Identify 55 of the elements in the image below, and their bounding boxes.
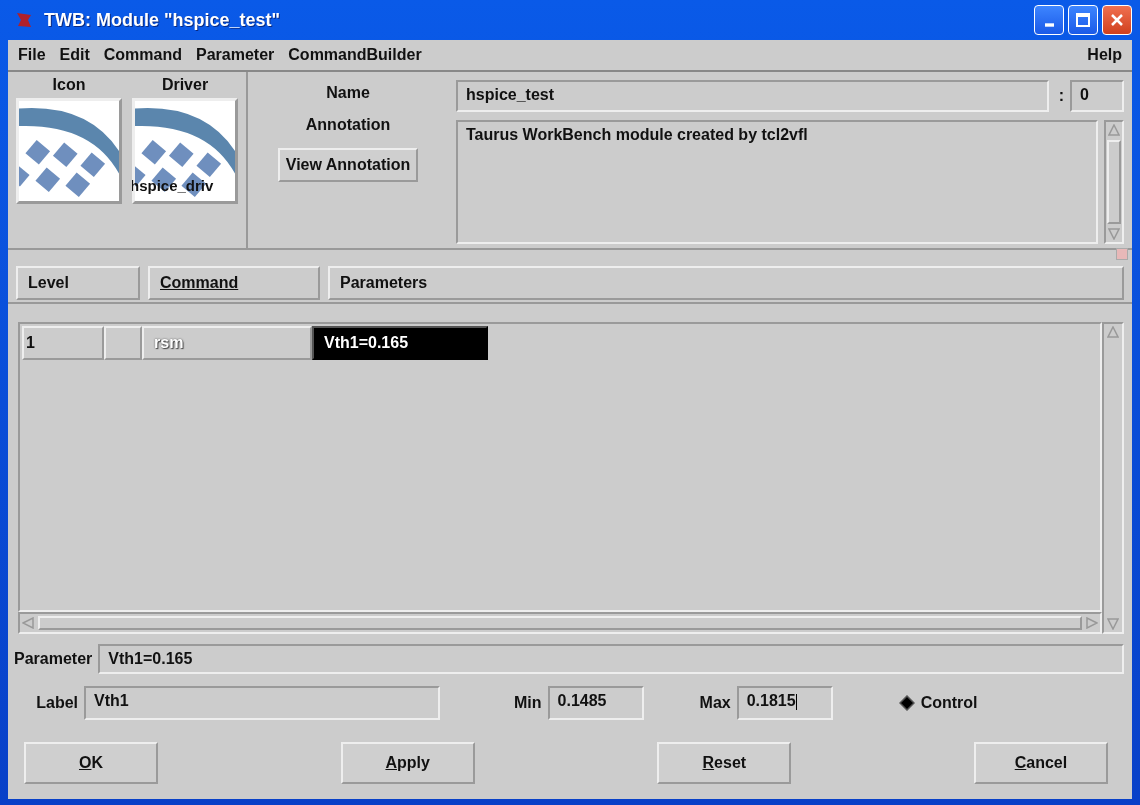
app-icon	[14, 10, 34, 30]
table-cell: 1	[22, 326, 104, 360]
name-label: Name	[326, 84, 370, 102]
min-field[interactable]: 0.1485	[547, 686, 644, 720]
control-radio[interactable]: Control	[898, 694, 978, 712]
minimize-button[interactable]	[1034, 5, 1064, 35]
column-header[interactable]: Parameters	[328, 266, 1124, 300]
max-field[interactable]: 0.1815	[736, 686, 833, 720]
table-cell: rsm	[142, 326, 312, 360]
menu-item[interactable]: Command	[103, 46, 182, 64]
close-button[interactable]	[1102, 5, 1132, 35]
close-icon	[1109, 12, 1125, 28]
menu-item[interactable]: Parameter	[196, 46, 275, 64]
min-label: Min	[514, 694, 542, 712]
dialog-button[interactable]: Reset	[657, 742, 792, 784]
scroll-right-arrow-icon[interactable]	[1086, 617, 1098, 629]
version-field[interactable]: 0	[1070, 80, 1124, 112]
separator-text: :	[1058, 87, 1064, 105]
maximize-icon	[1075, 12, 1091, 28]
annotation-field[interactable]: Taurus WorkBench module created by tcl2vfl	[456, 120, 1098, 244]
radio-diamond-icon[interactable]	[898, 695, 915, 711]
maximize-button[interactable]	[1068, 5, 1098, 35]
dialog-button[interactable]: Cancel	[973, 742, 1108, 784]
scroll-down-arrow-icon[interactable]	[1108, 228, 1120, 240]
dialog-button[interactable]: Apply	[340, 742, 475, 784]
menu-item[interactable]: Edit	[59, 46, 90, 64]
table-cell[interactable]: Vth1=0.165	[312, 326, 488, 360]
resize-handle[interactable]	[1116, 248, 1128, 260]
annotation-label: Annotation	[305, 116, 391, 134]
vertical-scrollbar[interactable]	[1102, 322, 1124, 634]
menu-item[interactable]: CommandBuilder	[288, 46, 422, 64]
grid-logo-icon[interactable]	[132, 98, 238, 204]
dialog-button[interactable]: OK	[24, 742, 158, 784]
view-annotation-button[interactable]: View Annotation	[277, 148, 419, 182]
scroll-down-arrow-icon[interactable]	[1107, 618, 1119, 630]
menu-item[interactable]: File	[18, 46, 46, 64]
scroll-up-arrow-icon[interactable]	[1107, 326, 1119, 338]
horizontal-scrollbar[interactable]	[18, 612, 1102, 634]
column-header[interactable]: Command	[148, 266, 320, 300]
parameter-label: Parameter	[14, 650, 93, 668]
scroll-up-arrow-icon[interactable]	[1108, 124, 1120, 136]
window-title: TWB: Module "hspice_test"	[44, 9, 281, 31]
icon-label: Icon	[52, 76, 86, 94]
driver-label: Driver	[161, 76, 209, 94]
menu-item[interactable]: Help	[1087, 46, 1122, 64]
minimize-icon	[1044, 23, 1054, 27]
name-field[interactable]: hspice_test	[456, 80, 1049, 112]
column-header[interactable]: Level	[16, 266, 140, 300]
label-label: Label	[35, 694, 78, 712]
vertical-scrollbar[interactable]	[1104, 120, 1124, 244]
label-field[interactable]: Vth1	[84, 686, 440, 720]
parameter-field[interactable]: Vth1=0.165	[98, 644, 1124, 674]
scroll-left-arrow-icon[interactable]	[22, 617, 34, 629]
max-label: Max	[699, 694, 731, 712]
table-cell	[104, 326, 142, 360]
